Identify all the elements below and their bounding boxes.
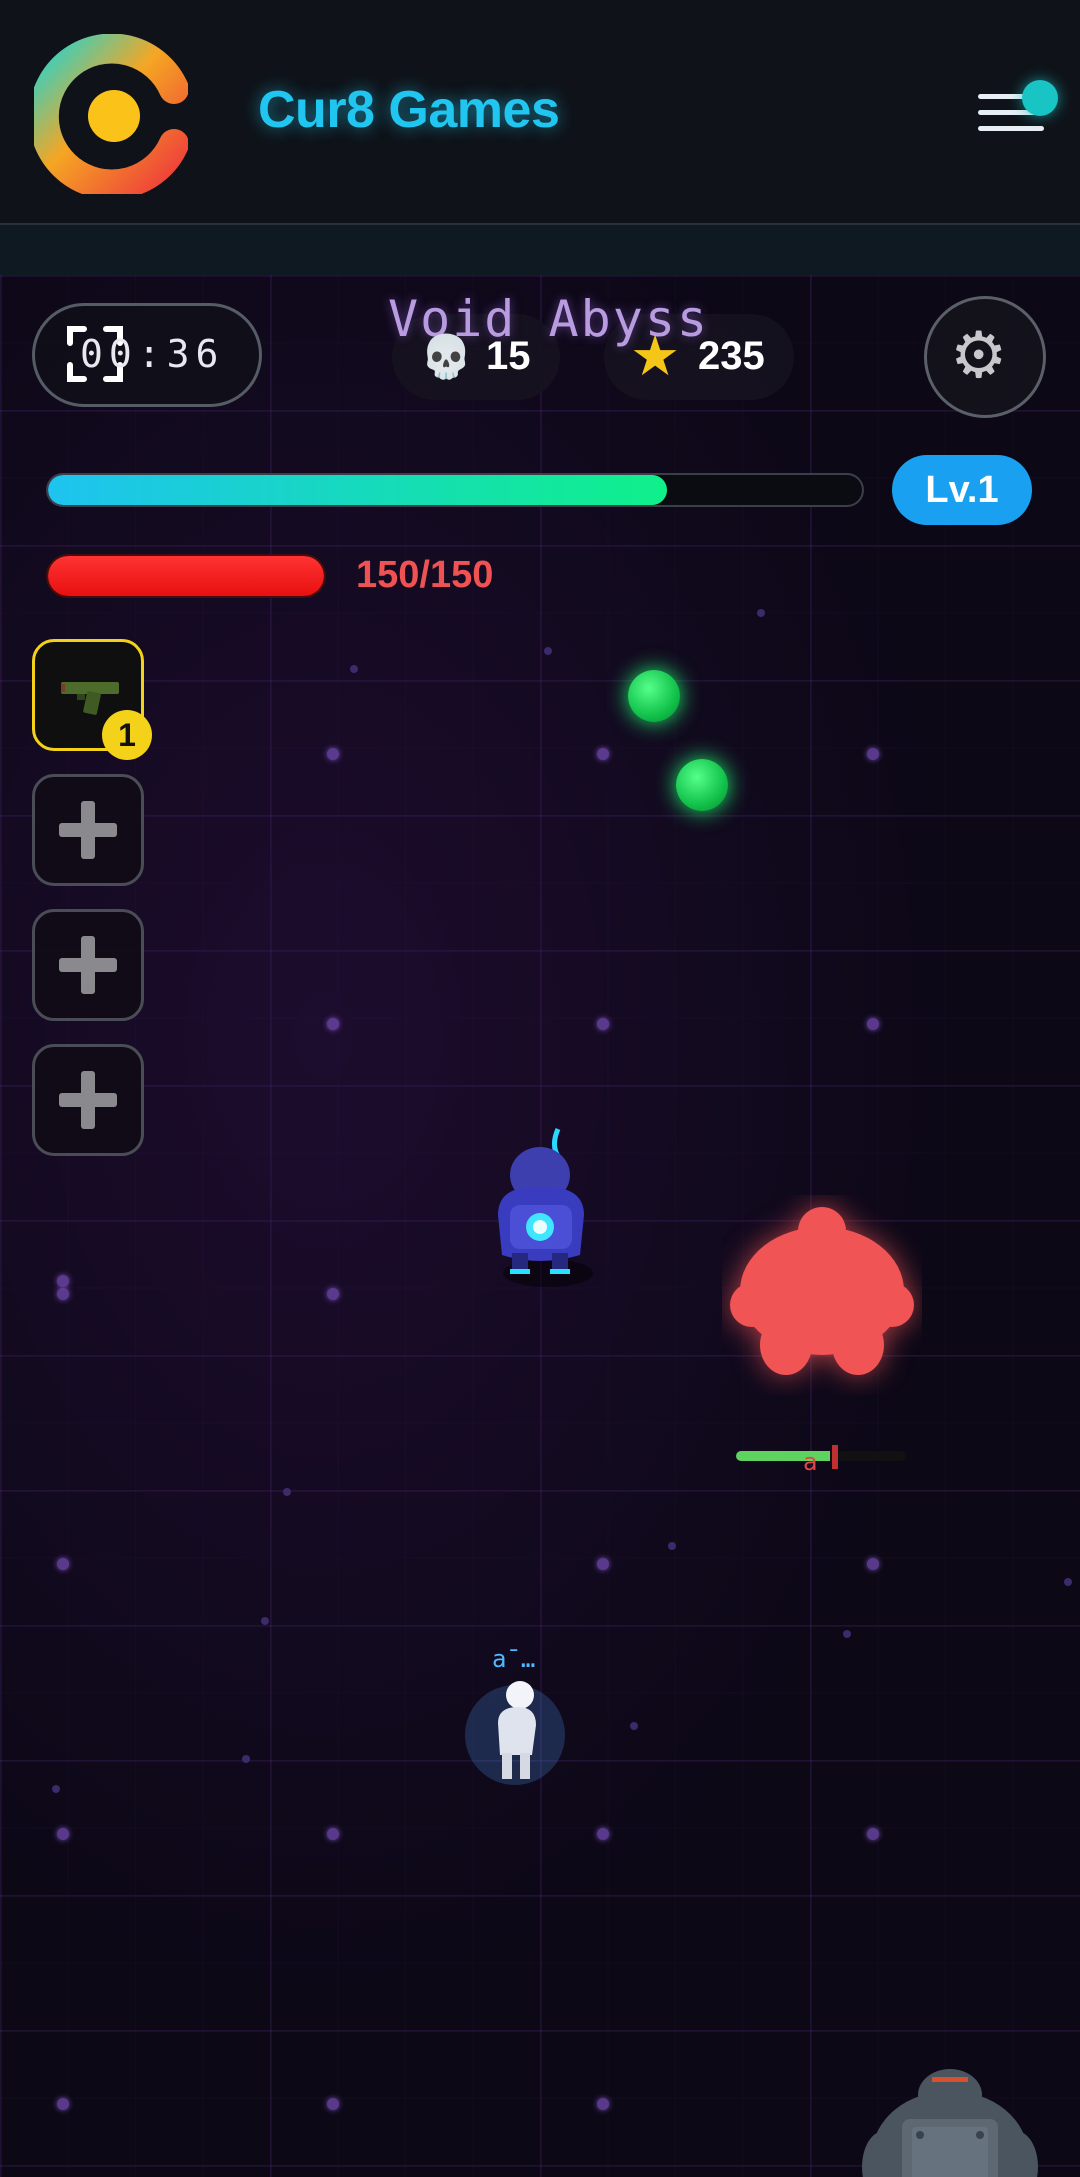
star-speck <box>757 609 765 617</box>
star-speck <box>544 647 552 655</box>
weapon-slot-empty[interactable] <box>32 1044 144 1156</box>
star-speck <box>261 1617 269 1625</box>
health-bar <box>46 554 326 598</box>
plus-icon <box>59 1071 117 1129</box>
skull-icon: 💀 <box>420 332 473 381</box>
grid-node <box>597 1558 609 1570</box>
coin-count: 235 <box>698 334 765 378</box>
xp-orb <box>676 759 728 811</box>
weapon-slot-empty[interactable] <box>32 774 144 886</box>
player-character <box>498 1127 593 1287</box>
gear-icon[interactable]: ⚙ <box>950 324 1007 388</box>
pistol-icon <box>61 682 119 715</box>
menu-bar <box>978 126 1044 131</box>
weapon-slot-empty[interactable] <box>32 909 144 1021</box>
grid-node <box>57 1275 69 1287</box>
plus-icon <box>59 936 117 994</box>
star-speck <box>242 1755 250 1763</box>
cur8-logo-icon[interactable] <box>34 34 188 194</box>
companion-glyph: a¯… <box>492 1645 536 1673</box>
brand-title[interactable]: Cur8 Games <box>258 80 560 140</box>
grid-node <box>597 1018 609 1030</box>
grid-node <box>57 1288 69 1300</box>
grid-node <box>867 1558 879 1570</box>
star-speck <box>52 1785 60 1793</box>
weapon-level-badge: 1 <box>102 710 152 760</box>
kill-count: 15 <box>486 334 531 378</box>
health-bar-fill <box>48 556 324 596</box>
star-speck <box>843 1630 851 1638</box>
level-badge: Lv.1 <box>892 455 1032 525</box>
app-header: Cur8 Games <box>0 0 1080 225</box>
red-blob-enemy <box>730 1207 914 1375</box>
xp-bar-fill <box>48 475 667 505</box>
grid-node <box>597 1828 609 1840</box>
xp-orb <box>628 670 680 722</box>
grid-node <box>867 1828 879 1840</box>
enemy-marker <box>832 1445 838 1469</box>
grid-node <box>867 1018 879 1030</box>
grid-node <box>327 1288 339 1300</box>
grid-node <box>57 1558 69 1570</box>
plus-icon <box>59 801 117 859</box>
grid-node <box>327 2098 339 2110</box>
star-speck <box>1064 1578 1072 1586</box>
grid-node <box>597 2098 609 2110</box>
grid-node <box>867 748 879 760</box>
star-icon: ★ <box>630 324 681 389</box>
xp-bar <box>46 473 864 507</box>
survival-timer: 00:36 <box>80 332 225 376</box>
grid-node <box>327 1018 339 1030</box>
grid-node <box>57 2098 69 2110</box>
enemy-glyph: a <box>803 1448 818 1476</box>
health-text: 150/150 <box>356 554 494 596</box>
star-speck <box>350 665 358 673</box>
grid-node <box>327 1828 339 1840</box>
star-speck <box>630 1722 638 1730</box>
armored-enemy <box>862 2069 1038 2177</box>
enemy-health-bar <box>736 1451 906 1461</box>
header-divider-strip <box>0 225 1080 275</box>
star-speck <box>668 1542 676 1550</box>
grid-node <box>57 1828 69 1840</box>
grid-node <box>597 748 609 760</box>
notification-dot <box>1022 80 1058 116</box>
star-speck <box>283 1488 291 1496</box>
grid-node <box>327 748 339 760</box>
